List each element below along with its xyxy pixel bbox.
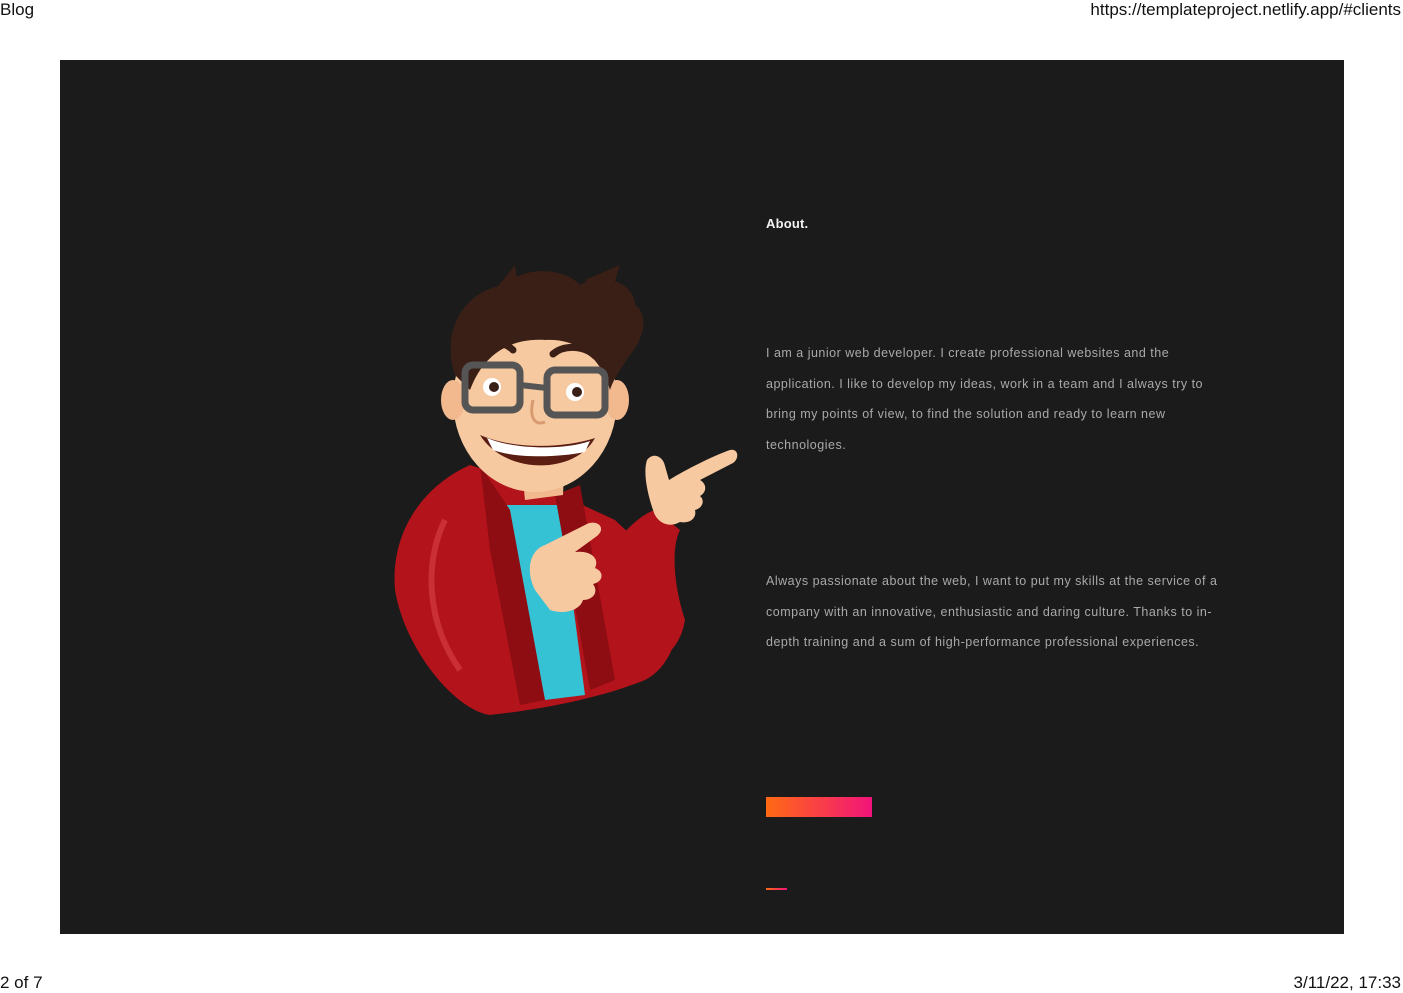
accent-divider [766, 888, 787, 890]
gradient-cta-button[interactable] [766, 797, 872, 817]
about-paragraph-intro: I am a junior web developer. I create pr… [766, 346, 1203, 452]
about-paragraph-passion: Always passionate about the web, I want … [766, 574, 1218, 649]
about-section: About. I am a junior web developer. I cr… [60, 60, 1344, 934]
print-page-indicator: 2 of 7 [0, 973, 43, 992]
developer-avatar-illustration [385, 260, 745, 720]
print-page-url: https://templateproject.netlify.app/#cli… [1090, 0, 1401, 19]
print-page-title: Blog [0, 0, 35, 19]
print-datetime: 3/11/22, 17:33 [1293, 973, 1401, 992]
about-heading: About. [766, 216, 809, 231]
